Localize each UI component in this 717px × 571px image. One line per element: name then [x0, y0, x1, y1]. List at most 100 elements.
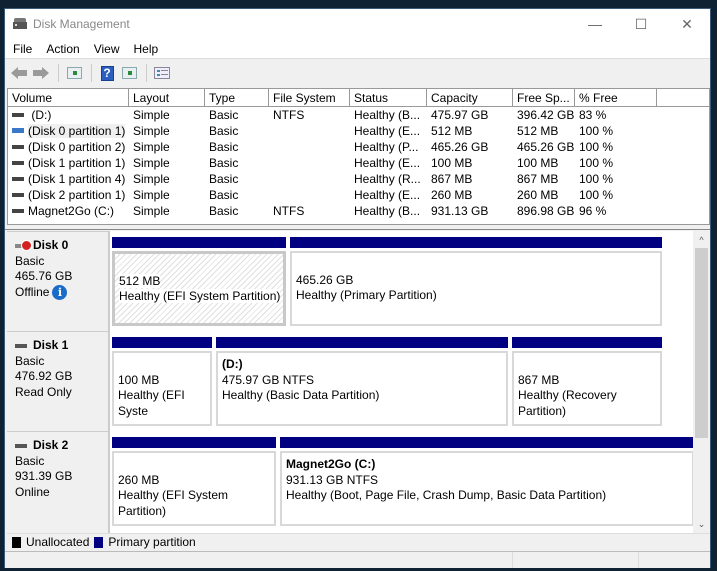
column-header-capacity[interactable]: Capacity	[427, 89, 513, 107]
forward-button[interactable]	[31, 63, 51, 83]
partition-box[interactable]: 465.26 GB Healthy (Primary Partition)	[290, 251, 662, 326]
column-header-free-space[interactable]: Free Sp...	[513, 89, 575, 107]
volume-text: Magnet2Go (C:)	[28, 204, 115, 218]
column-header-type[interactable]: Type	[205, 89, 269, 107]
unallocated-swatch	[12, 536, 21, 548]
status-text: Healthy (E...	[354, 188, 421, 202]
partition-size: 260 MB	[118, 472, 160, 487]
cell-type: Basic	[205, 156, 269, 170]
partition-box[interactable]: 260 MB Healthy (EFI System Partition)	[112, 451, 276, 526]
partition-size: 100 MB	[118, 372, 160, 387]
cell-type: Basic	[205, 188, 269, 202]
partition[interactable]: 512 MB Healthy (EFI System Partition)	[111, 236, 287, 326]
layout-text: Simple	[133, 140, 170, 154]
cell-pct: 83 %	[575, 108, 657, 122]
volume-list-row[interactable]: Magnet2Go (C:) Simple Basic NTFS Healthy (B.…	[8, 203, 709, 219]
scroll-up-icon[interactable]: ^	[693, 231, 710, 248]
partition[interactable]: (D:) 475.97 GB NTFS Healthy (Basic Data Pa…	[215, 336, 509, 426]
partition[interactable]: 465.26 GB Healthy (Primary Partition)	[289, 236, 663, 326]
disk-name: Disk 1	[15, 338, 108, 354]
disk-state-text: Read Only	[15, 384, 72, 399]
legend: Unallocated Primary partition	[7, 533, 710, 550]
partition-status: Healthy (Recovery Partition)	[518, 388, 617, 418]
partition[interactable]: Magnet2Go (C:) 931.13 GB NTFS Healthy (Boo…	[279, 436, 695, 526]
properties-icon	[154, 67, 170, 79]
partition-size: 465.26 GB	[296, 272, 354, 287]
toolbar-separator	[91, 64, 92, 82]
back-button[interactable]	[9, 63, 29, 83]
cell-layout: Simple	[129, 172, 205, 186]
back-arrow-icon	[11, 67, 27, 79]
close-button[interactable]: ✕	[664, 9, 710, 39]
disk-label[interactable]: Disk 2 Basic 931.39 GB Online	[7, 431, 110, 533]
vertical-scrollbar[interactable]: ^ ⌄	[693, 231, 710, 533]
disk-name-text: Disk 2	[33, 438, 69, 452]
volume-icon-offline	[12, 128, 24, 134]
capacity-text: 512 MB	[431, 124, 473, 138]
menu-view[interactable]: View	[87, 42, 127, 56]
volume-list: Volume Layout Type File System Status Ca…	[7, 88, 710, 225]
cell-pct: 100 %	[575, 156, 657, 170]
fs-text: NTFS	[273, 108, 305, 122]
pct-text: 100 %	[579, 140, 614, 154]
disk-name: Disk 0	[15, 238, 108, 254]
partition-box[interactable]: Magnet2Go (C:) 931.13 GB NTFS Healthy (Boo…	[280, 451, 694, 526]
pct-text: 96 %	[579, 204, 607, 218]
partition-box[interactable]: (D:) 475.97 GB NTFS Healthy (Basic Data Pa…	[216, 351, 508, 426]
properties-button[interactable]	[152, 63, 172, 83]
volume-list-row[interactable]: (D:) Simple Basic NTFS Healthy (B... 475.97 G…	[8, 107, 709, 123]
free-text: 396.42 GB	[517, 108, 575, 122]
volume-list-row[interactable]: (Disk 1 partition 4) Simple Basic Healthy (…	[8, 171, 709, 187]
info-icon[interactable]: i	[52, 284, 68, 300]
capacity-text: 867 MB	[431, 172, 473, 186]
menu-help[interactable]: Help	[127, 42, 166, 56]
disk-type: Basic	[15, 353, 45, 368]
volume-list-row[interactable]: (Disk 0 partition 1) Simple Basic Healthy (…	[8, 123, 709, 139]
show-hide-console-tree-button[interactable]	[64, 63, 84, 83]
cell-free: 465.26 GB	[513, 140, 575, 154]
show-hide-action-pane-button[interactable]	[119, 63, 139, 83]
legend-item-unallocated: Unallocated	[12, 535, 89, 549]
pane-splitter[interactable]	[5, 225, 710, 230]
layout-text: Simple	[133, 188, 170, 202]
disk-label[interactable]: Disk 0 Basic 465.76 GB Offline i	[7, 231, 110, 331]
partition-status: Healthy (Boot, Page File, Crash Dump, Ba…	[286, 488, 607, 502]
column-header-percent-free[interactable]: % Free	[575, 89, 657, 107]
volume-list-row[interactable]: (Disk 0 partition 2) Simple Basic Healthy (…	[8, 139, 709, 155]
disk-name-text: Disk 0	[33, 238, 69, 252]
cell-type: Basic	[205, 140, 269, 154]
disk-view: Disk 0 Basic 465.76 GB Offline i 512 MB Health…	[7, 231, 710, 533]
disk-size: 476.92 GB	[15, 369, 73, 383]
minimize-button[interactable]: —	[572, 9, 618, 39]
primary-partition-bar	[111, 236, 287, 249]
partition[interactable]: 260 MB Healthy (EFI System Partition)	[111, 436, 277, 526]
partition[interactable]: 100 MB Healthy (EFI Syste	[111, 336, 213, 426]
menu-action[interactable]: Action	[39, 42, 86, 56]
toolbar-separator	[58, 64, 59, 82]
maximize-button[interactable]: ☐	[618, 9, 664, 39]
partition[interactable]: 867 MB Healthy (Recovery Partition)	[511, 336, 663, 426]
cell-type: Basic	[205, 172, 269, 186]
status-text: Healthy (E...	[354, 156, 421, 170]
help-button[interactable]: ?	[97, 63, 117, 83]
menu-file[interactable]: File	[5, 42, 39, 56]
column-header-layout[interactable]: Layout	[129, 89, 205, 107]
partition-status: Healthy (Primary Partition)	[296, 288, 437, 302]
scrollbar-thumb[interactable]	[695, 248, 708, 438]
volume-icon	[12, 112, 24, 117]
cell-pct: 100 %	[575, 140, 657, 154]
column-header-status[interactable]: Status	[350, 89, 427, 107]
volume-list-row[interactable]: (Disk 1 partition 1) Simple Basic Healthy (…	[8, 155, 709, 171]
partition-box[interactable]: 512 MB Healthy (EFI System Partition)	[112, 251, 286, 326]
scroll-down-icon[interactable]: ⌄	[693, 516, 710, 533]
volume-list-row[interactable]: (Disk 2 partition 1) Simple Basic Healthy (…	[8, 187, 709, 203]
partition-box[interactable]: 867 MB Healthy (Recovery Partition)	[512, 351, 662, 426]
volume-list-body: (D:) Simple Basic NTFS Healthy (B... 475.97 G…	[8, 107, 709, 219]
volume-icon	[12, 144, 24, 149]
column-header-file-system[interactable]: File System	[269, 89, 350, 107]
column-header-volume[interactable]: Volume	[8, 89, 129, 107]
disk-type: Basic	[15, 453, 45, 468]
partition-box[interactable]: 100 MB Healthy (EFI Syste	[112, 351, 212, 426]
cell-free: 867 MB	[513, 172, 575, 186]
disk-label[interactable]: Disk 1 Basic 476.92 GB Read Only	[7, 331, 110, 431]
